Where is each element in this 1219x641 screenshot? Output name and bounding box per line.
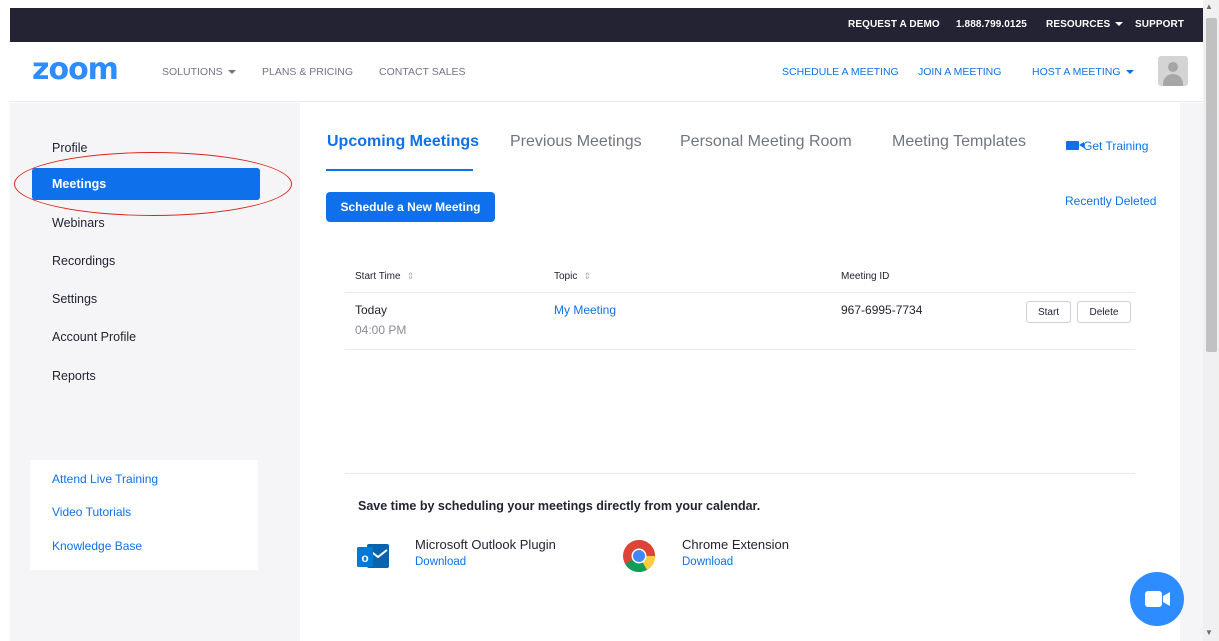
outlook-download-link[interactable]: Download: [415, 556, 466, 568]
meeting-time: 04:00 PM: [355, 323, 407, 337]
chevron-down-icon: [227, 70, 236, 74]
tab-upcoming-meetings[interactable]: Upcoming Meetings: [327, 133, 479, 151]
top-utility-bar: REQUEST A DEMO 1.888.799.0125 RESOURCES …: [10, 8, 1203, 42]
get-training-link[interactable]: Get Training: [1066, 139, 1148, 153]
support-link[interactable]: SUPPORT: [1135, 19, 1184, 30]
table-divider: [345, 292, 1135, 293]
topic-header-label: Topic: [554, 271, 578, 282]
plans-pricing-link[interactable]: PLANS & PRICING: [262, 66, 353, 78]
video-camera-icon: [1145, 591, 1170, 607]
delete-meeting-button[interactable]: Delete: [1077, 301, 1131, 323]
tab-meeting-templates[interactable]: Meeting Templates: [892, 133, 1026, 151]
column-header-meeting-id: Meeting ID: [841, 271, 890, 282]
chrome-download-link[interactable]: Download: [682, 556, 733, 568]
meeting-day: Today: [355, 303, 388, 317]
phone-link[interactable]: 1.888.799.0125: [956, 19, 1027, 30]
tab-personal-meeting-room[interactable]: Personal Meeting Room: [680, 133, 852, 151]
main-header: zoom SOLUTIONS PLANS & PRICING CONTACT S…: [10, 42, 1203, 102]
section-divider: [345, 473, 1135, 474]
recently-deleted-link[interactable]: Recently Deleted: [1065, 194, 1156, 208]
knowledge-base-link[interactable]: Knowledge Base: [52, 539, 142, 553]
svg-text:o: o: [361, 551, 368, 565]
request-demo-link[interactable]: REQUEST A DEMO: [848, 19, 940, 30]
column-header-topic[interactable]: Topic ⇕: [554, 271, 591, 282]
chevron-down-icon: [1115, 22, 1124, 26]
schedule-meeting-link[interactable]: SCHEDULE A MEETING: [782, 66, 899, 78]
start-time-header-label: Start Time: [355, 271, 401, 282]
join-meeting-link[interactable]: JOIN A MEETING: [918, 66, 1001, 78]
scroll-up-arrow-icon[interactable]: ▲: [1205, 2, 1213, 11]
calendar-section-title: Save time by scheduling your meetings di…: [358, 499, 761, 513]
solutions-menu[interactable]: SOLUTIONS: [162, 66, 236, 78]
avatar[interactable]: [1158, 56, 1188, 86]
sidebar-item-settings[interactable]: Settings: [32, 283, 260, 315]
chrome-icon: [623, 540, 656, 573]
host-meeting-label: HOST A MEETING: [1032, 66, 1121, 78]
chat-launcher-button[interactable]: [1130, 572, 1184, 626]
contact-sales-link[interactable]: CONTACT SALES: [379, 66, 466, 78]
chevron-down-icon: [1125, 70, 1134, 74]
sort-icon: ⇕: [583, 271, 591, 281]
table-row-divider: [345, 349, 1135, 350]
video-camera-icon: [1066, 141, 1084, 150]
get-training-label: Get Training: [1083, 139, 1149, 153]
zoom-logo[interactable]: zoom: [32, 52, 119, 87]
tab-previous-meetings[interactable]: Previous Meetings: [510, 133, 642, 151]
outlook-plugin-name: Microsoft Outlook Plugin: [415, 537, 556, 552]
active-tab-indicator: [326, 169, 473, 171]
sidebar-help-links: Attend Live Training Video Tutorials Kno…: [30, 460, 258, 570]
sidebar-item-recordings[interactable]: Recordings: [32, 245, 260, 277]
scroll-down-arrow-icon[interactable]: ▼: [1205, 628, 1213, 637]
column-header-start-time[interactable]: Start Time ⇕: [355, 271, 414, 282]
meeting-id: 967-6995-7734: [841, 303, 923, 317]
annotation-circle: [14, 152, 292, 216]
outlook-icon: o: [357, 544, 389, 568]
sort-icon: ⇕: [406, 271, 415, 281]
start-meeting-button[interactable]: Start: [1026, 301, 1071, 323]
resources-label: RESOURCES: [1046, 19, 1111, 30]
resources-menu[interactable]: RESOURCES: [1046, 19, 1124, 30]
meeting-topic-link[interactable]: My Meeting: [554, 303, 616, 317]
video-tutorials-link[interactable]: Video Tutorials: [52, 505, 131, 519]
meetings-panel: Upcoming Meetings Previous Meetings Pers…: [300, 103, 1180, 641]
sidebar-item-account-profile[interactable]: Account Profile: [32, 321, 260, 353]
scrollbar-thumb[interactable]: [1206, 18, 1217, 352]
host-meeting-menu[interactable]: HOST A MEETING: [1032, 66, 1134, 78]
chrome-extension-name: Chrome Extension: [682, 537, 789, 552]
attend-live-training-link[interactable]: Attend Live Training: [52, 472, 158, 486]
solutions-label: SOLUTIONS: [162, 66, 223, 78]
sidebar-item-reports[interactable]: Reports: [32, 360, 260, 392]
schedule-new-meeting-button[interactable]: Schedule a New Meeting: [326, 192, 495, 222]
